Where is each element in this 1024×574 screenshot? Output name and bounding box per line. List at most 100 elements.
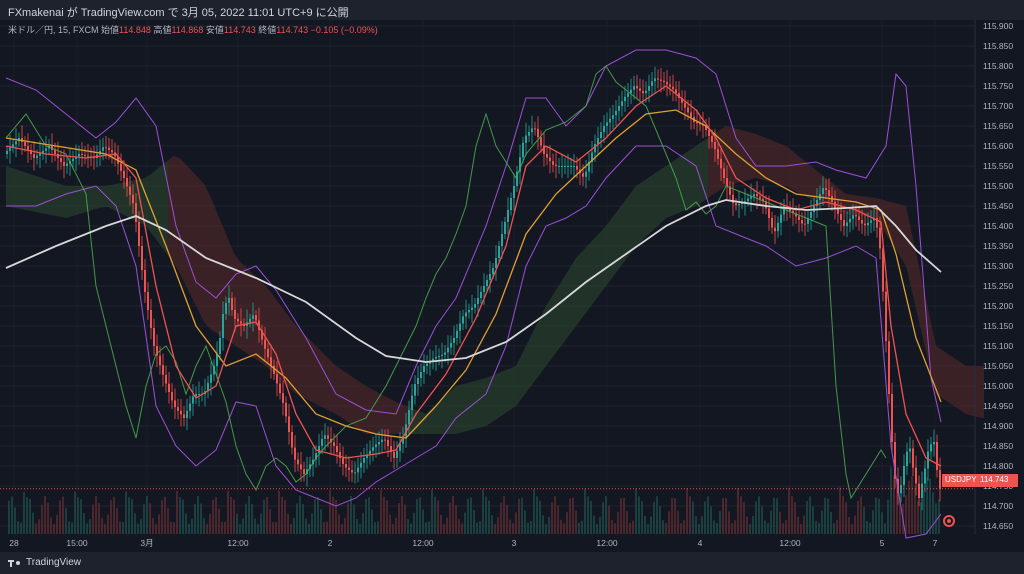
candle-body [303, 469, 305, 474]
candle-body [810, 212, 812, 218]
candle-body [219, 338, 221, 354]
volume-bar [245, 503, 247, 534]
ichimoku-cloud [174, 155, 180, 274]
candle-body [531, 128, 533, 132]
volume-bar [44, 496, 46, 534]
candle-body [66, 163, 68, 166]
candle-body [267, 348, 269, 358]
volume-bar [488, 500, 490, 534]
volume-bar [767, 522, 769, 534]
volume-bar [155, 523, 157, 534]
candle-body [642, 90, 644, 94]
volume-bar [707, 496, 709, 534]
candle-body [639, 88, 641, 91]
candle-body [801, 220, 803, 224]
ichimoku-cloud [240, 261, 246, 353]
candle-body [558, 166, 560, 167]
volume-bar [23, 491, 25, 534]
volume-bar [164, 496, 166, 534]
volume-bar [494, 523, 496, 534]
candle-body [153, 328, 155, 346]
volume-bar [575, 510, 577, 534]
candle-body [387, 440, 389, 446]
volume-bar [668, 511, 670, 534]
volume-bar [782, 523, 784, 534]
volume-bar [593, 515, 595, 534]
volume-bar [929, 478, 931, 534]
candle-body [174, 400, 176, 408]
candle-body [294, 447, 296, 460]
volume-bar [8, 500, 10, 534]
volume-bar [578, 522, 580, 534]
candle-body [231, 298, 233, 310]
volume-bar [443, 523, 445, 534]
volume-bar [878, 498, 880, 534]
legend-low-label: 安値 [205, 25, 224, 35]
ichimoku-cloud [780, 143, 786, 186]
candle-body [240, 321, 242, 324]
candle-body [132, 194, 134, 204]
volume-bar [935, 503, 937, 534]
ichimoku-cloud [36, 176, 42, 214]
volume-bar [233, 499, 235, 534]
candle-body [462, 316, 464, 324]
volume-bar [584, 488, 586, 534]
record-icon[interactable] [943, 515, 955, 527]
price-chart[interactable]: 115.900 115.850 115.800 115.750 115.700 115.6… [0, 0, 1024, 552]
volume-bar [704, 501, 706, 534]
x-tick-label: 5 [880, 538, 885, 548]
volume-bar [518, 498, 520, 534]
volume-bar [638, 496, 640, 534]
ichimoku-cloud [948, 354, 954, 406]
volume-bar [413, 512, 415, 534]
volume-bar [149, 503, 151, 534]
y-tick-label: 115.750 [983, 81, 1013, 91]
candle-body [915, 467, 917, 484]
candle-body [63, 162, 65, 166]
ichimoku-cloud [942, 350, 948, 402]
tradingview-brand[interactable]: TradingView [8, 557, 81, 568]
volume-bar [596, 523, 598, 534]
volume-bar [266, 497, 268, 534]
y-tick-label: 114.900 [983, 421, 1013, 431]
ichimoku-cloud [978, 366, 984, 418]
volume-bar [836, 519, 838, 534]
volume-bar [614, 523, 616, 534]
volume-bar [866, 520, 868, 534]
ichimoku-cloud [498, 370, 504, 418]
candle-body [507, 210, 509, 222]
volume-bar [212, 499, 214, 534]
volume-bar [653, 501, 655, 534]
candle-body [546, 154, 548, 158]
candle-body [771, 218, 773, 228]
volume-bar [389, 514, 391, 534]
ichimoku-cloud [546, 296, 552, 366]
volume-bar [500, 502, 502, 534]
candle-body [471, 307, 473, 310]
candle-body [903, 466, 905, 486]
volume-bar [698, 524, 700, 534]
volume-bar [284, 499, 286, 534]
candle-body [501, 234, 503, 246]
candle-body [576, 166, 578, 170]
volume-bar [458, 519, 460, 534]
volume-bar [59, 500, 61, 534]
candle-body [465, 312, 467, 317]
volume-bar [629, 522, 631, 534]
candle-body [540, 137, 542, 146]
volume-bar [734, 520, 736, 534]
volume-bar [509, 519, 511, 534]
ichimoku-cloud [570, 258, 576, 334]
volume-bar [194, 503, 196, 534]
volume-bar [116, 508, 118, 534]
ichimoku-cloud [564, 267, 570, 342]
candle-body [879, 227, 881, 249]
y-tick-label: 115.050 [983, 361, 1013, 371]
volume-bar [167, 508, 169, 534]
candle-body [822, 188, 824, 194]
volume-bar [620, 498, 622, 534]
candle-body [843, 220, 845, 226]
candle-body [930, 444, 932, 452]
volume-bar [347, 503, 349, 534]
volume-bar [173, 522, 175, 534]
